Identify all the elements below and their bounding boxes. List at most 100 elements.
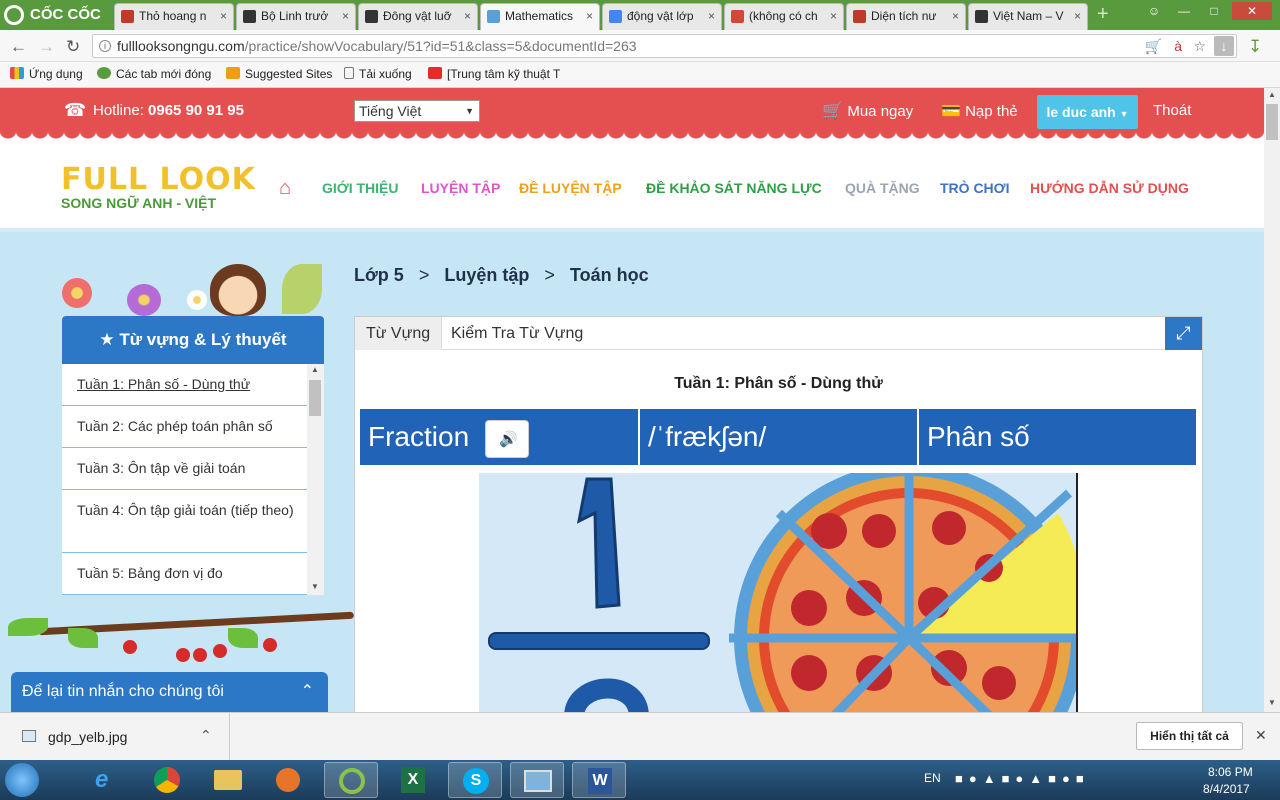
bookmark-suggested-sites[interactable]: Suggested Sites [226, 67, 332, 81]
scroll-thumb[interactable] [309, 380, 321, 416]
scroll-thumb[interactable] [1266, 104, 1278, 140]
breadcrumb-level[interactable]: Lớp 5 [354, 265, 404, 285]
browser-tab[interactable]: Bộ Linh trưở × [236, 3, 356, 30]
scroll-down-icon[interactable]: ▼ [311, 582, 319, 591]
logout-link[interactable]: Thoát [1153, 102, 1191, 119]
caret-down-icon: ▼ [1119, 109, 1129, 119]
minimize-button[interactable]: — [1170, 2, 1198, 20]
tray-icons[interactable]: ■●▲■●▲■●■ [955, 771, 1090, 786]
site-logo[interactable]: FULL LOOK SONG NGỮ ANH - VIỆT [61, 162, 256, 211]
breadcrumb-section[interactable]: Luyện tập [444, 265, 529, 285]
sidebar-item-week-1[interactable]: Tuần 1: Phân số - Dùng thử [62, 364, 307, 406]
page-scrollbar[interactable]: ▲ ▼ [1264, 88, 1280, 712]
language-select[interactable]: Tiếng Việt ▼ [354, 100, 480, 122]
taskbar-excel-icon[interactable]: X [386, 762, 440, 798]
reload-icon[interactable]: ↻ [66, 37, 80, 57]
close-download-bar-icon[interactable]: ✕ [1255, 727, 1267, 744]
close-tab-icon[interactable]: × [464, 4, 471, 29]
maximize-button[interactable]: □ [1200, 2, 1228, 20]
clock-date[interactable]: 8/4/2017 [1203, 782, 1250, 796]
taskbar-explorer-icon[interactable] [200, 762, 254, 798]
sidebar-item-week-4[interactable]: Tuần 4: Ôn tập giải toán (tiếp theo) [62, 490, 307, 553]
close-tab-icon[interactable]: × [952, 4, 959, 29]
taskbar-ie-icon[interactable]: e [80, 762, 134, 798]
user-menu-button[interactable]: le duc anh ▼ [1037, 95, 1138, 129]
sidebar-item-week-2[interactable]: Tuần 2: Các phép toán phân số [62, 406, 307, 448]
scroll-up-icon[interactable]: ▲ [311, 365, 319, 374]
url-input[interactable]: i fulllooksongngu.com/practice/showVocab… [92, 34, 1237, 58]
browser-tab[interactable]: Việt Nam – V × [968, 3, 1088, 30]
bookmark-downloads[interactable]: Tải xuống [344, 67, 412, 81]
download-page-icon[interactable]: ↓ [1214, 36, 1234, 56]
browser-tab[interactable]: Diện tích nư × [846, 3, 966, 30]
close-tab-icon[interactable]: × [708, 4, 715, 29]
show-all-downloads-button[interactable]: Hiển thị tất cả [1136, 722, 1243, 750]
browser-tab[interactable]: Thỏ hoang n × [114, 3, 234, 30]
image-file-icon [22, 730, 36, 742]
home-icon[interactable]: ⌂ [279, 177, 291, 200]
browser-tab[interactable]: động vật lớp × [602, 3, 722, 30]
taskbar-word-icon[interactable]: W [572, 762, 626, 798]
dropdown-arrow-icon: ▼ [465, 106, 474, 116]
breadcrumb-sep: > [544, 265, 555, 285]
input-language[interactable]: EN [924, 771, 941, 785]
nav-item[interactable]: QUÀ TẶNG [845, 180, 920, 196]
close-tab-icon[interactable]: × [830, 4, 837, 29]
star-icon[interactable]: ☆ [1193, 35, 1206, 57]
sidebar-item-week-3[interactable]: Tuần 3: Ôn tập về giải toán [62, 448, 307, 490]
scroll-up-icon[interactable]: ▲ [1268, 90, 1276, 99]
close-tab-icon[interactable]: × [220, 4, 227, 29]
speaker-button[interactable]: 🔊 [484, 419, 529, 458]
nav-item[interactable]: ĐỀ KHẢO SÁT NĂNG LỰC [646, 180, 822, 196]
windows-start-icon[interactable] [5, 763, 39, 797]
tab-vocabulary[interactable]: Từ Vựng [355, 317, 443, 350]
nav-item[interactable]: LUYỆN TẬP [421, 180, 500, 196]
download-item[interactable]: gdp_yelb.jpg ⌃ [0, 713, 230, 760]
chevron-up-icon[interactable]: ⌃ [200, 727, 212, 744]
user-icon[interactable]: ☺ [1140, 2, 1168, 20]
tab-vocabulary-test[interactable]: Kiểm Tra Từ Vựng [440, 317, 594, 350]
clock-time[interactable]: 8:06 PM [1208, 765, 1253, 779]
panel-tabs: Từ Vựng Kiểm Tra Từ Vựng ⤢ [355, 317, 1202, 350]
suggested-sites-icon [226, 67, 240, 79]
browser-tab[interactable]: (không có ch × [724, 3, 844, 30]
top-up-link[interactable]: 💳 Nạp thẻ [941, 101, 1018, 121]
wikipedia-icon [365, 10, 378, 23]
download-bar: gdp_yelb.jpg ⌃ Hiển thị tất cả ✕ [0, 712, 1280, 760]
close-tab-icon[interactable]: × [586, 4, 593, 29]
sidebar-scrollbar[interactable]: ▲ ▼ [307, 364, 324, 595]
logo-subtitle: SONG NGỮ ANH - VIỆT [61, 195, 216, 211]
downloads-icon[interactable]: ↧ [1248, 37, 1262, 57]
buy-now-link[interactable]: 🛒 Mua ngay [822, 101, 913, 121]
nav-item[interactable]: HƯỚNG DẪN SỬ DỤNG [1030, 180, 1189, 196]
bookmark-apps[interactable]: Ứng dụng [10, 67, 83, 81]
chat-widget[interactable]: Để lại tin nhắn cho chúng tôi ⌃ [11, 672, 328, 712]
fullscreen-icon[interactable]: ⤢ [1165, 317, 1202, 350]
close-tab-icon[interactable]: × [342, 4, 349, 29]
forward-icon[interactable]: → [38, 37, 55, 57]
close-tab-icon[interactable]: × [1074, 4, 1081, 29]
new-tab-button[interactable]: + [1097, 3, 1109, 26]
browser-tab[interactable]: Mathematics × [480, 3, 600, 30]
taskbar-chrome-icon[interactable] [140, 762, 194, 798]
taskbar-coccoc-icon[interactable] [324, 762, 378, 798]
scroll-down-icon[interactable]: ▼ [1268, 698, 1276, 707]
close-window-button[interactable]: ✕ [1232, 2, 1272, 20]
taskbar-photo-viewer-icon[interactable] [510, 762, 564, 798]
bookmark-trung-tam[interactable]: [Trung tâm kỹ thuật T [428, 67, 568, 81]
back-icon[interactable]: ← [10, 37, 27, 57]
nav-item[interactable]: GIỚI THIỆU [322, 180, 399, 196]
taskbar-skype-icon[interactable]: S [448, 762, 502, 798]
nav-item[interactable]: ĐỀ LUYỆN TẬP [519, 180, 622, 196]
browser-tab-title: (không có ch [749, 9, 818, 23]
chevron-up-icon[interactable]: ⌃ [301, 672, 314, 712]
sidebar-item-week-5[interactable]: Tuần 5: Bảng đơn vị đo [62, 553, 307, 595]
browser-tab[interactable]: Đông vật luỡ × [358, 3, 478, 30]
cart-icon[interactable]: 🛒 [1145, 35, 1162, 57]
translate-icon[interactable]: à [1174, 35, 1182, 57]
taskbar-media-icon[interactable] [260, 762, 314, 798]
breadcrumb-subject[interactable]: Toán học [570, 265, 649, 285]
browser-logo[interactable]: CỐC CỐC [0, 0, 110, 30]
nav-item[interactable]: TRÒ CHƠI [940, 180, 1010, 196]
bookmark-recent-tabs[interactable]: Các tab mới đóng [97, 67, 211, 81]
